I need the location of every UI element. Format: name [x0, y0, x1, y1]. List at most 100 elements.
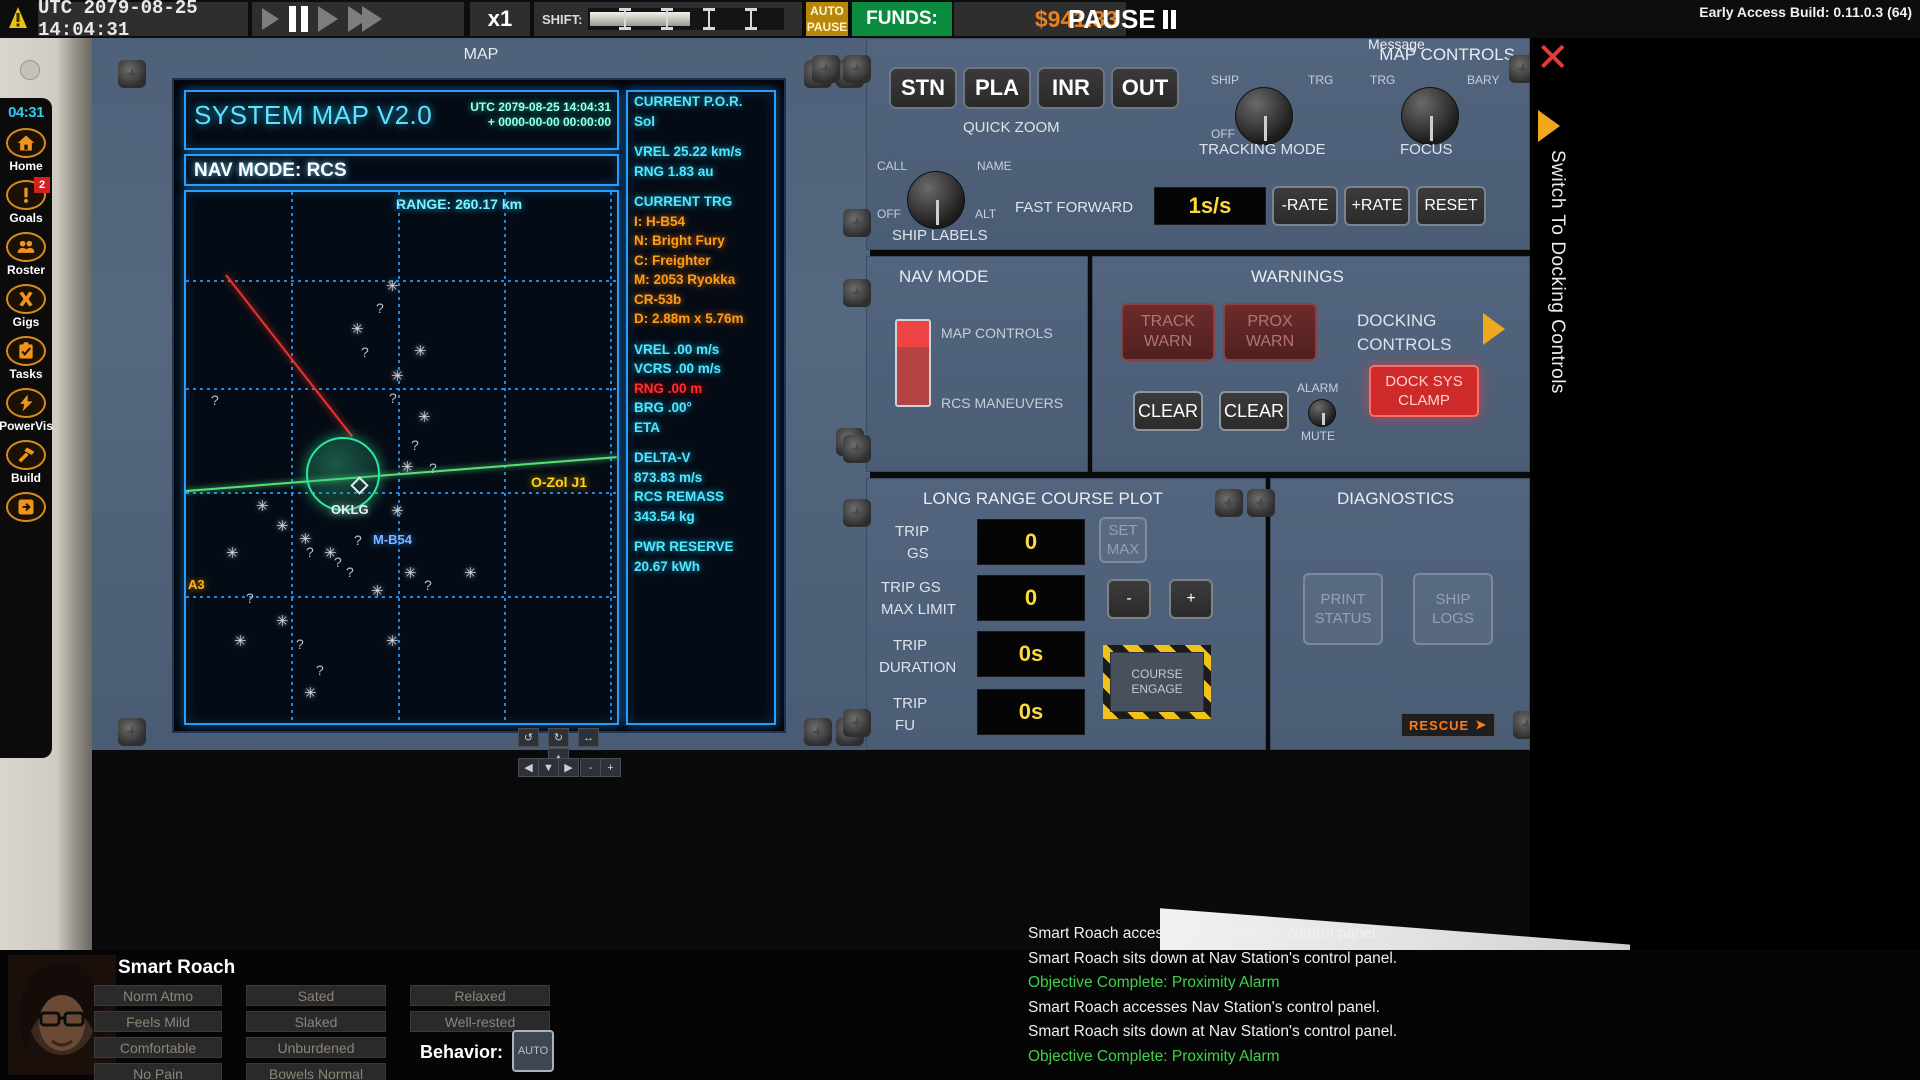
course-engage-line2: ENGAGE: [1131, 682, 1183, 696]
sidebar-knob[interactable]: [20, 60, 40, 80]
map-data-row: 20.67 kWh: [634, 558, 701, 574]
ship-labels-knob[interactable]: [907, 171, 965, 229]
set-max-button[interactable]: SET MAX: [1099, 517, 1147, 563]
focus-left-label: TRG: [1370, 73, 1396, 87]
screw-icon: [843, 435, 871, 463]
sidebar-label-tasks: Tasks: [9, 367, 43, 381]
course-plot-title: LONG RANGE COURSE PLOT: [923, 489, 1163, 508]
gs-max-plus-button[interactable]: +: [1169, 579, 1213, 619]
alarm-mute-knob[interactable]: [1308, 399, 1336, 427]
focus-knob[interactable]: [1401, 87, 1459, 145]
track-warn-button[interactable]: TRACK WARN: [1121, 303, 1215, 361]
map-grid[interactable]: RANGE: 260.17 km OKLG M-B54 O-Zol J1 A3 …: [184, 190, 619, 725]
sidebar-item-exit[interactable]: [0, 492, 52, 522]
behavior-label: Behavior:: [420, 1042, 504, 1062]
nav-mode-toggle[interactable]: [895, 319, 931, 407]
quick-zoom-pla-button[interactable]: PLA: [963, 67, 1031, 109]
sidebar-item-home[interactable]: Home: [0, 128, 52, 173]
sidebar-clock: 04:31: [8, 104, 44, 121]
dock-sys-clamp-button[interactable]: DOCK SYS CLAMP: [1369, 365, 1479, 417]
map-data-row: RNG 1.83 au: [634, 163, 714, 179]
docking-arrow-icon[interactable]: [1483, 313, 1505, 345]
screw-icon: [118, 718, 146, 746]
trip-gs-value[interactable]: 0: [977, 519, 1085, 565]
top-bar: UTC 2079-08-25 14:04:31 x1 SHIFT: AUTO P…: [0, 0, 1920, 41]
sidebar-item-gigs[interactable]: Gigs: [0, 284, 52, 329]
quick-zoom-out-button[interactable]: OUT: [1111, 67, 1179, 109]
course-engage-button[interactable]: COURSE ENGAGE: [1103, 645, 1211, 719]
map-data-row: RCS REMASS: [634, 489, 725, 504]
pad-expand[interactable]: ↔: [578, 728, 599, 747]
ship-logs-line1: SHIP: [1435, 591, 1471, 608]
pad-zoom-in[interactable]: +: [600, 758, 621, 777]
switch-to-docking-controls-label[interactable]: Switch To Docking Controls: [1528, 150, 1568, 394]
trip-gs-label-2: GS: [907, 545, 929, 562]
play-slow-icon[interactable]: [262, 8, 279, 30]
map-screen[interactable]: SYSTEM MAP V2.0 UTC 2079-08-25 14:04:31 …: [172, 78, 786, 733]
clear-prox-button[interactable]: CLEAR: [1219, 391, 1289, 431]
utc-value: 2079-08-25 14:04:31: [498, 100, 611, 114]
set-max-line1: SET: [1108, 522, 1138, 539]
prox-warn-button[interactable]: PROX WARN: [1223, 303, 1317, 361]
map-data-row: N: Bright Fury: [634, 233, 725, 248]
trip-gs-max-value[interactable]: 0: [977, 575, 1085, 621]
sidebar-item-build[interactable]: Build: [0, 440, 52, 485]
log-line: Smart Roach sits down at Nav Station's c…: [1028, 1023, 1398, 1040]
map-data-row: BRG .00°: [634, 400, 692, 415]
dock-switch-arrow-icon[interactable]: [1538, 110, 1560, 142]
map-planet-oklg[interactable]: [306, 437, 380, 511]
quick-zoom-inr-button[interactable]: INR: [1037, 67, 1105, 109]
print-status-button[interactable]: PRINT STATUS: [1303, 573, 1383, 645]
warning-bell-icon[interactable]: [6, 5, 30, 33]
tracking-mode-knob[interactable]: [1235, 87, 1293, 145]
quick-zoom-stn-button[interactable]: STN: [889, 67, 957, 109]
ship-logs-button[interactable]: SHIP LOGS: [1413, 573, 1493, 645]
pad-rotate-cw[interactable]: ↻: [548, 728, 569, 747]
stat-unburdened: Unburdened: [246, 1037, 386, 1058]
event-log: Smart Roach accesses Nav Station's contr…: [1028, 922, 1878, 1080]
pause-button[interactable]: [289, 6, 308, 32]
sidebar-label-powervis: PowerVis: [0, 419, 53, 433]
sidebar-item-powervis[interactable]: PowerVis: [0, 388, 53, 433]
sidebar-label-roster: Roster: [6, 263, 45, 277]
map-data-panel: CURRENT P.O.R. Sol VREL 25.22 km/s RNG 1.83…: [626, 90, 776, 725]
sidebar-item-tasks[interactable]: Tasks: [0, 336, 52, 381]
shift-bar[interactable]: [588, 8, 785, 30]
nav-mode-title: NAV MODE: [899, 267, 989, 286]
gs-max-minus-button[interactable]: -: [1107, 579, 1151, 619]
trip-duration-label-2: DURATION: [879, 659, 957, 676]
trip-duration-label-1: TRIP: [893, 637, 928, 654]
pad-down[interactable]: ▼: [538, 758, 559, 777]
tracking-mode-off-label: OFF: [1211, 127, 1235, 141]
close-icon[interactable]: ✕: [1536, 38, 1572, 78]
pad-rotate-ccw[interactable]: ↺: [518, 728, 539, 747]
map-panel: MAP SYSTEM MAP V2.0 UTC 2079-08-25 14:04…: [92, 38, 870, 777]
sidebar-item-goals[interactable]: 2 Goals: [0, 177, 52, 225]
warnings-panel: WARNINGS TRACK WARN PROX WARN CLEAR CLEA…: [1092, 256, 1530, 472]
log-line: Objective Complete: Proximity Alarm: [1028, 1047, 1280, 1065]
map-data-row: RNG .00 m: [634, 380, 703, 396]
pad-left[interactable]: ◀: [518, 758, 539, 777]
system-map-title: SYSTEM MAP V2.0: [194, 100, 433, 130]
clear-track-button[interactable]: CLEAR: [1133, 391, 1203, 431]
auto-pause-button[interactable]: AUTO PAUSE: [806, 2, 848, 36]
behavior-auto-button[interactable]: AUTO: [512, 1030, 554, 1072]
fast-forward-button[interactable]: [348, 6, 382, 32]
sidebar-item-roster[interactable]: Roster: [0, 232, 52, 277]
people-icon: [6, 232, 46, 262]
shift-meter: SHIFT:: [534, 2, 802, 36]
pad-zoom-out[interactable]: -: [580, 758, 601, 777]
warnings-title: WARNINGS: [1251, 267, 1344, 286]
course-engage-line1: COURSE: [1131, 667, 1183, 681]
rescue-button[interactable]: RESCUE ➤: [1401, 713, 1496, 737]
docking-controls-line1: DOCKING: [1357, 311, 1437, 330]
pad-right[interactable]: ▶: [558, 758, 579, 777]
rate-reset-button[interactable]: RESET: [1416, 186, 1486, 226]
nav-mode-option-map-controls[interactable]: MAP CONTROLS: [941, 325, 1053, 341]
play-button[interactable]: [318, 6, 338, 32]
map-pad-controls[interactable]: ↺ ↻ ↔ ▲ ◀ ▼ ▶ - +: [510, 728, 621, 780]
rate-increase-button[interactable]: +RATE: [1344, 186, 1410, 226]
rate-decrease-button[interactable]: -RATE: [1272, 186, 1338, 226]
nav-mode-option-rcs[interactable]: RCS MANEUVERS: [941, 395, 1063, 411]
map-data-row: 343.54 kg: [634, 508, 695, 524]
